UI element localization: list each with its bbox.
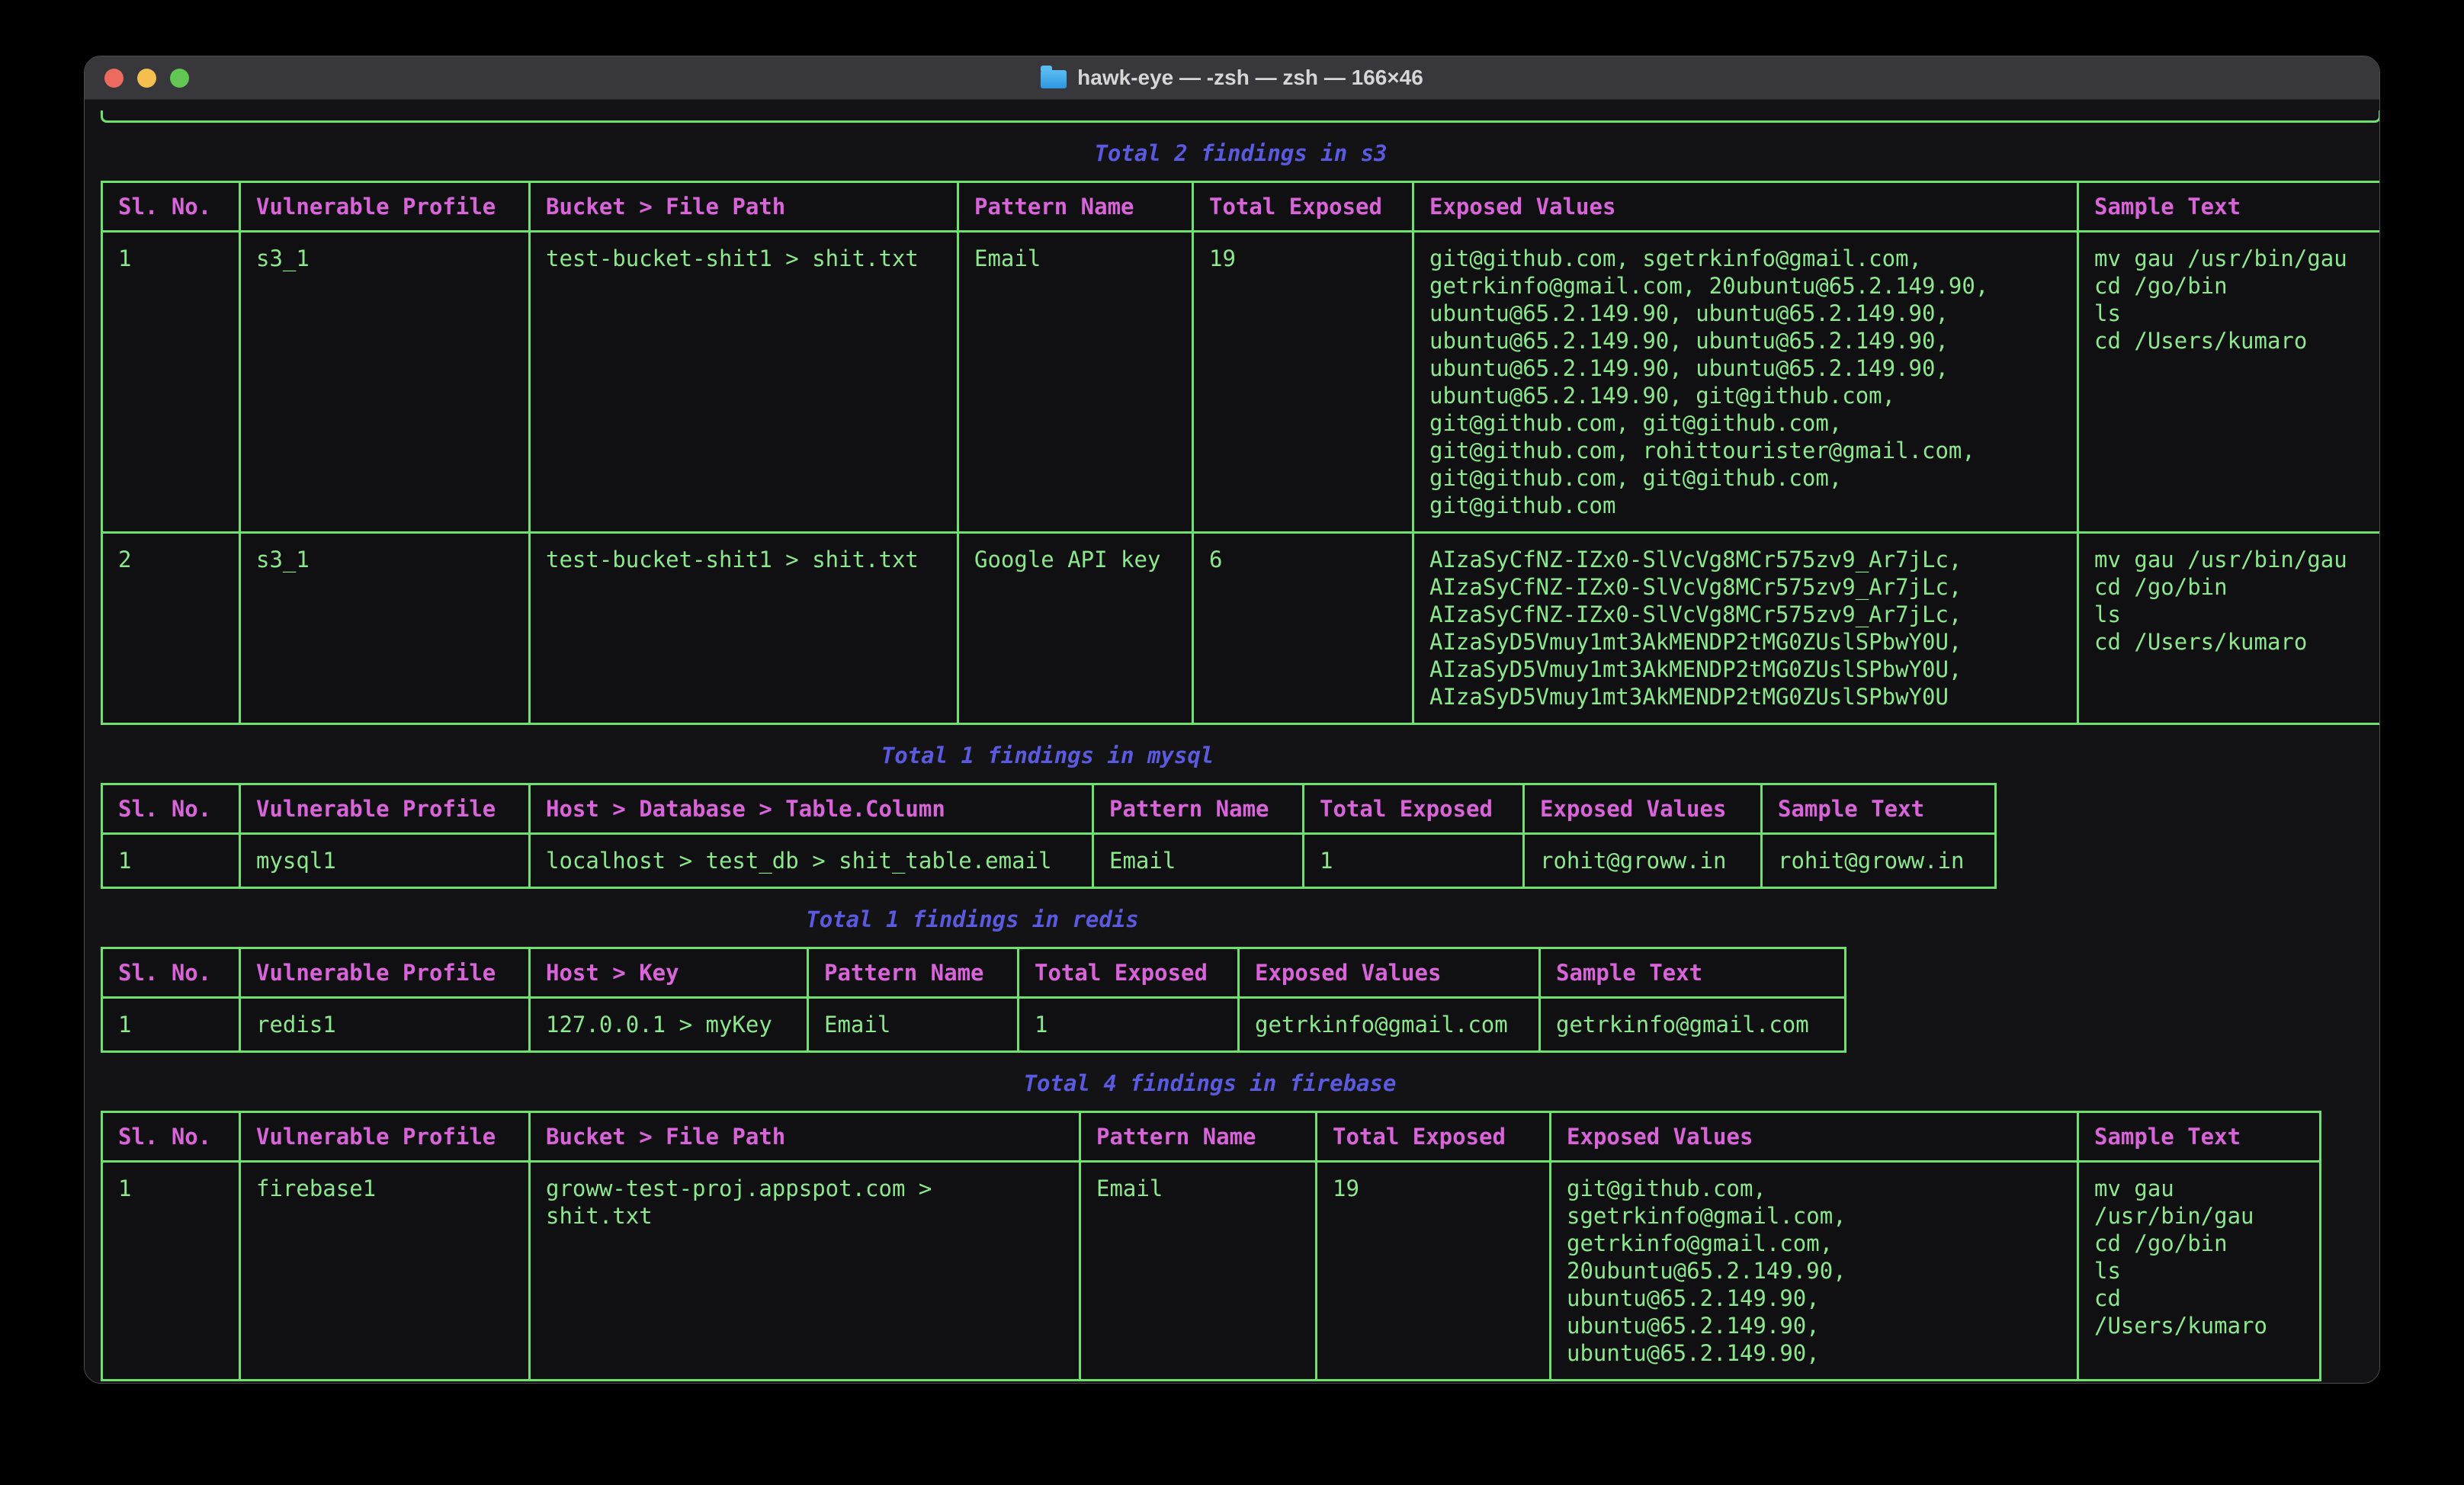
traffic-lights — [104, 69, 189, 88]
table-cell: 1 — [1304, 834, 1524, 888]
table-cell: test-bucket-shit1 > shit.txt — [530, 533, 958, 724]
table-cell: s3_1 — [240, 232, 530, 533]
table-row: 1s3_1test-bucket-shit1 > shit.txtEmail19… — [102, 232, 2380, 533]
table-cell: 1 — [102, 998, 240, 1052]
table-cell: 19 — [1193, 232, 1413, 533]
header-row: Sl. No.Vulnerable ProfileHost > Database… — [102, 784, 1996, 834]
table-cell: firebase1 — [240, 1162, 530, 1381]
column-header-mysql-2: Host > Database > Table.Column — [530, 784, 1093, 834]
column-header-mysql-3: Pattern Name — [1093, 784, 1304, 834]
zoom-button[interactable] — [170, 69, 189, 88]
column-header-s3-6: Sample Text — [2078, 182, 2380, 232]
header-row: Sl. No.Vulnerable ProfileBucket > File P… — [102, 182, 2380, 232]
window-title-text: hawk-eye — -zsh — zsh — 166×46 — [1077, 66, 1423, 90]
column-header-firebase-2: Bucket > File Path — [530, 1112, 1080, 1162]
previous-table-bottom-edge — [101, 111, 2379, 123]
terminal-window: hawk-eye — -zsh — zsh — 166×46 Total 2 f… — [84, 56, 2380, 1384]
table-cell: localhost > test_db > shit_table.email — [530, 834, 1093, 888]
table-cell: git@github.com, sgetrkinfo@gmail.com, ge… — [1413, 232, 2078, 533]
column-header-s3-3: Pattern Name — [958, 182, 1193, 232]
column-header-mysql-6: Sample Text — [1762, 784, 1996, 834]
table-cell: test-bucket-shit1 > shit.txt — [530, 232, 958, 533]
window-title: hawk-eye — -zsh — zsh — 166×46 — [1041, 66, 1423, 90]
column-header-firebase-6: Sample Text — [2078, 1112, 2321, 1162]
column-header-firebase-1: Vulnerable Profile — [240, 1112, 530, 1162]
header-row: Sl. No.Vulnerable ProfileBucket > File P… — [102, 1112, 2321, 1162]
table-row: 1mysql1localhost > test_db > shit_table.… — [102, 834, 1996, 888]
table-cell: 1 — [102, 834, 240, 888]
column-header-s3-0: Sl. No. — [102, 182, 240, 232]
column-header-firebase-3: Pattern Name — [1080, 1112, 1317, 1162]
findings-table-firebase: Sl. No.Vulnerable ProfileBucket > File P… — [101, 1111, 2321, 1381]
column-header-redis-4: Total Exposed — [1019, 948, 1239, 998]
findings-section-s3: Total 2 findings in s3 Sl. No.Vulnerable … — [101, 140, 2379, 725]
minimize-button[interactable] — [137, 69, 156, 88]
column-header-firebase-4: Total Exposed — [1317, 1112, 1551, 1162]
table-cell: git@github.com, sgetrkinfo@gmail.com, ge… — [1551, 1162, 2078, 1381]
findings-count-heading-redis: Total 1 findings in redis — [101, 906, 1844, 933]
column-header-mysql-4: Total Exposed — [1304, 784, 1524, 834]
table-cell: mv gau /usr/bin/gau cd /go/bin ls cd /Us… — [2078, 1162, 2321, 1381]
column-header-s3-2: Bucket > File Path — [530, 182, 958, 232]
table-cell: Email — [958, 232, 1193, 533]
table-cell: AIzaSyCfNZ-IZx0-SlVcVg8MCr575zv9_Ar7jLc,… — [1413, 533, 2078, 724]
table-cell: 19 — [1317, 1162, 1551, 1381]
column-header-redis-3: Pattern Name — [808, 948, 1019, 998]
column-header-s3-1: Vulnerable Profile — [240, 182, 530, 232]
table-row: 1redis1127.0.0.1 > myKeyEmail1getrkinfo@… — [102, 998, 1846, 1052]
table-cell: Email — [1093, 834, 1304, 888]
findings-table-s3: Sl. No.Vulnerable ProfileBucket > File P… — [101, 181, 2379, 725]
findings-count-heading-mysql: Total 1 findings in mysql — [101, 742, 1994, 769]
folder-icon — [1041, 70, 1067, 88]
column-header-firebase-5: Exposed Values — [1551, 1112, 2078, 1162]
table-row: 1firebase1groww-test-proj.appspot.com > … — [102, 1162, 2321, 1381]
column-header-s3-5: Exposed Values — [1413, 182, 2078, 232]
close-button[interactable] — [104, 69, 124, 88]
column-header-firebase-0: Sl. No. — [102, 1112, 240, 1162]
table-row: 2s3_1test-bucket-shit1 > shit.txtGoogle … — [102, 533, 2380, 724]
findings-count-heading-firebase: Total 4 findings in firebase — [101, 1070, 2319, 1097]
table-cell: 127.0.0.1 > myKey — [530, 998, 808, 1052]
window-titlebar[interactable]: hawk-eye — -zsh — zsh — 166×46 — [85, 56, 2379, 100]
header-row: Sl. No.Vulnerable ProfileHost > KeyPatte… — [102, 948, 1846, 998]
findings-section-firebase: Total 4 findings in firebase Sl. No.Vulne… — [101, 1070, 2319, 1381]
findings-section-mysql: Total 1 findings in mysql Sl. No.Vulnerab… — [101, 742, 1994, 889]
table-cell: rohit@groww.in — [1524, 834, 1762, 888]
table-cell: Email — [1080, 1162, 1317, 1381]
column-header-mysql-0: Sl. No. — [102, 784, 240, 834]
table-cell: redis1 — [240, 998, 530, 1052]
findings-count-heading-s3: Total 2 findings in s3 — [101, 140, 2379, 167]
table-cell: 1 — [1019, 998, 1239, 1052]
table-cell: Google API key — [958, 533, 1193, 724]
column-header-mysql-1: Vulnerable Profile — [240, 784, 530, 834]
table-cell: getrkinfo@gmail.com — [1239, 998, 1540, 1052]
table-cell: getrkinfo@gmail.com — [1540, 998, 1846, 1052]
table-cell: rohit@groww.in — [1762, 834, 1996, 888]
table-cell: 2 — [102, 533, 240, 724]
table-cell: mv gau /usr/bin/gau cd /go/bin ls cd /Us… — [2078, 232, 2380, 533]
table-cell: s3_1 — [240, 533, 530, 724]
table-cell: mysql1 — [240, 834, 530, 888]
column-header-s3-4: Total Exposed — [1193, 182, 1413, 232]
table-cell: Email — [808, 998, 1019, 1052]
table-cell: mv gau /usr/bin/gau cd /go/bin ls cd /Us… — [2078, 533, 2380, 724]
column-header-redis-6: Sample Text — [1540, 948, 1846, 998]
terminal-body[interactable]: Total 2 findings in s3Sl. No.Vulnerable … — [85, 100, 2379, 1384]
column-header-redis-1: Vulnerable Profile — [240, 948, 530, 998]
table-cell: 1 — [102, 1162, 240, 1381]
findings-table-mysql: Sl. No.Vulnerable ProfileHost > Database… — [101, 783, 1997, 889]
column-header-redis-5: Exposed Values — [1239, 948, 1540, 998]
column-header-mysql-5: Exposed Values — [1524, 784, 1762, 834]
column-header-redis-2: Host > Key — [530, 948, 808, 998]
table-cell: groww-test-proj.appspot.com > shit.txt — [530, 1162, 1080, 1381]
column-header-redis-0: Sl. No. — [102, 948, 240, 998]
table-cell: 6 — [1193, 533, 1413, 724]
findings-table-redis: Sl. No.Vulnerable ProfileHost > KeyPatte… — [101, 947, 1846, 1053]
findings-section-redis: Total 1 findings in redis Sl. No.Vulnerab… — [101, 906, 1844, 1053]
table-cell: 1 — [102, 232, 240, 533]
